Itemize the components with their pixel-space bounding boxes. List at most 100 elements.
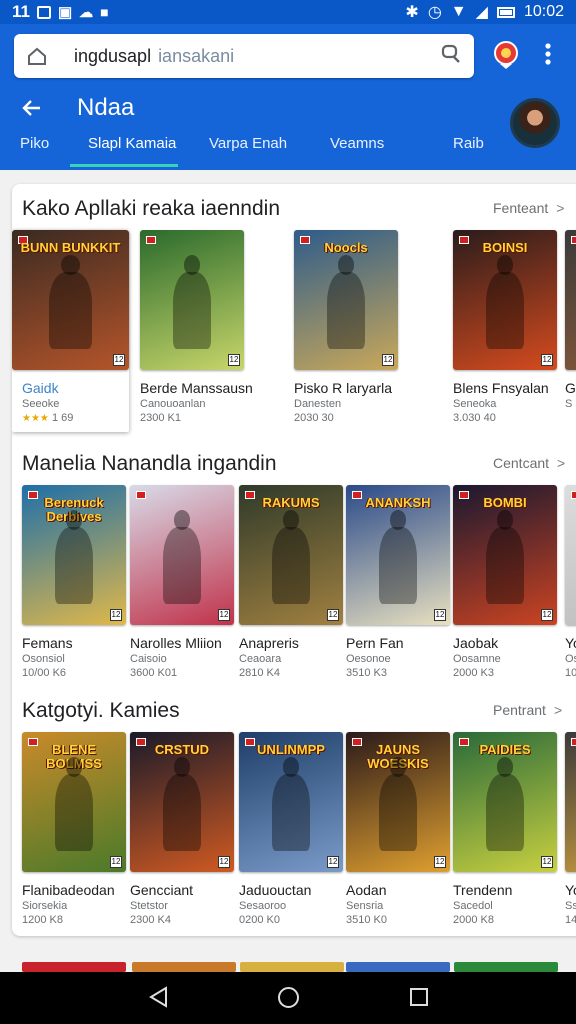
nav-recents-icon[interactable] [410, 988, 428, 1006]
app-size: 10 [565, 667, 576, 679]
app-name: Pisko R laryarla [294, 380, 393, 396]
tab-indicator [70, 164, 178, 167]
search-icon[interactable] [440, 43, 462, 70]
app-cover-image[interactable]: JAUNS WOESKIS 12 [346, 732, 450, 872]
app-card[interactable]: BOINSI 12 Blens Fnsyalan Seneoka 3.030 40 [453, 230, 557, 424]
age-rating-icon: 12 [541, 609, 553, 621]
age-rating-icon: 12 [434, 856, 446, 868]
battery-icon [496, 6, 515, 18]
gallery-icon: ▣ [57, 4, 73, 21]
bluetooth-icon: ✱ [405, 4, 419, 21]
more-options-icon[interactable] [544, 42, 552, 71]
app-card[interactable]: ANANKSH 12 Pern Fan Oesonoe 3510 K3 [346, 485, 450, 679]
peek-app-cover[interactable] [454, 962, 558, 972]
section-title: Katgotyi. Kamies [22, 699, 180, 722]
tab-raib[interactable]: Raib [453, 135, 484, 152]
publisher-badge-icon [146, 236, 156, 244]
peek-app-cover[interactable] [346, 962, 450, 972]
app-size: 2810 K4 [239, 667, 280, 679]
app-size: 10/00 K6 [22, 667, 67, 679]
app-card[interactable]: BOMBI 12 Jaobak Oosamne 2000 K3 [453, 485, 557, 679]
character-body-icon [49, 272, 92, 349]
section-more-link[interactable]: Pentrant > [493, 702, 562, 718]
age-rating-icon: 12 [110, 609, 122, 621]
section-title: Manelia Nanandla ingandin [22, 452, 277, 475]
app-card[interactable]: RAKUMS 12 Anapreris Ceaoara 2810 K4 [239, 485, 343, 679]
app-cover-image[interactable]: 12 [140, 230, 244, 370]
app-card[interactable]: 12 Berde Manssausn Canouoanlan 2300 K1 [140, 230, 253, 424]
app-name: Pern Fan [346, 635, 404, 651]
app-card[interactable]: JAUNS WOESKIS 12 Aodan Sensria 3510 K0 [346, 732, 450, 926]
app-card[interactable]: BUNN BUNKKIT 12 Gaidk Seeoke ★★★ 1 69 [12, 230, 129, 424]
app-cover-image[interactable]: 12 [565, 230, 576, 370]
app-cover-image[interactable]: BOINSI 12 [453, 230, 557, 370]
signal-icon: ◢ [475, 4, 488, 21]
app-cover-image[interactable]: BOMBI 12 [453, 485, 557, 625]
app-developer: Ss [565, 900, 576, 912]
search-query[interactable]: ingdusapl [74, 46, 151, 67]
app-developer: Sensria [346, 900, 384, 912]
age-rating-icon: 12 [218, 856, 230, 868]
search-bar[interactable]: ingdusapl iansakani [14, 34, 474, 78]
app-card[interactable]: UNLINMPP 12 Jaduouctan Sesaoroo 0200 K0 [239, 732, 343, 926]
app-card[interactable]: 12 Yo Os 10 [565, 485, 576, 679]
peek-app-cover[interactable] [240, 962, 344, 972]
app-cover-image[interactable]: RAKUMS 12 [239, 485, 343, 625]
app-name: Jaobak [453, 635, 499, 651]
age-rating-icon: 12 [327, 856, 339, 868]
peek-app-cover[interactable] [132, 962, 236, 972]
search-placeholder[interactable]: iansakani [158, 46, 234, 67]
app-cover-image[interactable]: 12 [130, 485, 234, 625]
app-card[interactable]: Berenuck Derbives 12 Femans Osonsiol 10/00 K… [22, 485, 126, 679]
app-name: Trendenn [453, 882, 513, 898]
app-cover-image[interactable]: BUNN BUNKKIT 12 [12, 230, 129, 370]
app-size: 2300 K4 [130, 914, 171, 926]
app-card[interactable]: Noocls 12 Pisko R laryarla Danesten 2030 30 [294, 230, 398, 424]
publisher-badge-icon [571, 738, 576, 746]
tab-slapl-kamaia[interactable]: Slapl Kamaia [88, 135, 176, 152]
app-cover-image[interactable]: UNLINMPP 12 [239, 732, 343, 872]
app-cover-image[interactable]: Berenuck Derbives 12 [22, 485, 126, 625]
app-cover-image[interactable]: 12 [565, 732, 576, 872]
app-card[interactable]: PAIDIES 12 Trendenn Sacedol 2000 K8 [453, 732, 557, 926]
section-more-link[interactable]: Centcant > [493, 455, 565, 471]
character-body-icon [55, 527, 93, 604]
nav-home-icon[interactable] [278, 987, 299, 1008]
peek-app-cover[interactable] [22, 962, 126, 972]
section-more-link[interactable]: Fenteant > [493, 200, 564, 216]
app-card[interactable]: BLENE BOLMSS 12 Flanibadeodan Siorsekia 1200… [22, 732, 126, 926]
home-icon[interactable] [26, 45, 50, 67]
app-card[interactable]: CRSTUD 12 Gencciant Stetstor 2300 K4 [130, 732, 234, 926]
rewards-icon[interactable] [492, 40, 520, 75]
app-card[interactable]: 12 Yo Ss 14 [565, 732, 576, 926]
app-size: 1 69 [51, 412, 74, 424]
age-rating-icon: 12 [113, 354, 125, 366]
app-developer: Os [565, 653, 576, 665]
tab-veamns[interactable]: Veamns [330, 135, 384, 152]
back-arrow-icon[interactable] [20, 96, 44, 120]
app-cover-image[interactable]: 12 [565, 485, 576, 625]
app-name: Jaduouctan [239, 882, 312, 898]
app-name: Gaidk [22, 380, 59, 396]
nav-back-icon[interactable] [148, 986, 170, 1013]
tab-piko[interactable]: Piko [20, 135, 49, 152]
cover-logo-text: PAIDIES [479, 742, 531, 758]
app-cover-image[interactable]: PAIDIES 12 [453, 732, 557, 872]
app-name: Berde Manssausn [140, 380, 253, 396]
cover-logo-text: CRSTUD [154, 742, 210, 758]
app-cover-image[interactable]: ANANKSH 12 [346, 485, 450, 625]
cover-logo-text: UNLINMPP [257, 742, 325, 758]
app-size: 3600 K01 [130, 667, 178, 679]
system-nav-bar [0, 972, 576, 1024]
tab-varpa-enah[interactable]: Varpa Enah [209, 135, 287, 152]
app-card[interactable]: 12 GS [565, 230, 576, 412]
app-developer: Siorsekia [22, 900, 68, 912]
app-cover-image[interactable]: CRSTUD 12 [130, 732, 234, 872]
app-developer: Sacedol [453, 900, 493, 912]
app-developer: Oosamne [453, 653, 501, 665]
character-body-icon [272, 527, 310, 604]
app-cover-image[interactable]: Noocls 12 [294, 230, 398, 370]
app-card[interactable]: 12 Narolles Mliion Caisoio 3600 K01 [130, 485, 234, 679]
app-developer: Osonsiol [22, 653, 65, 665]
app-cover-image[interactable]: BLENE BOLMSS 12 [22, 732, 126, 872]
